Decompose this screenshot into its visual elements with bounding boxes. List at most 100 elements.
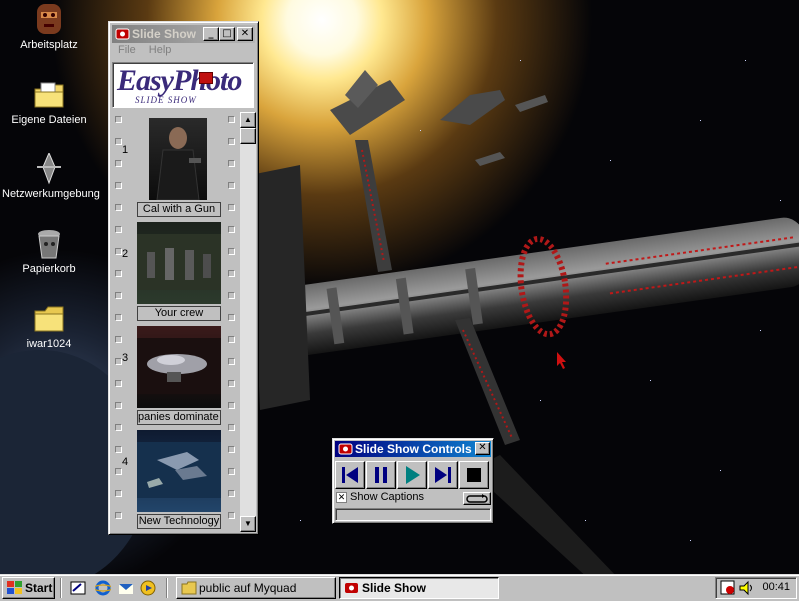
controls-titlebar[interactable]: Slide Show Controls ✕ bbox=[335, 441, 491, 457]
strip-hole bbox=[115, 160, 122, 167]
frame-number: 3 bbox=[122, 352, 129, 364]
slideshow-app-icon bbox=[345, 583, 358, 593]
controls-title: Slide Show Controls bbox=[355, 442, 472, 456]
play-button[interactable] bbox=[397, 461, 427, 489]
desktop-icon-eigene-dateien[interactable]: Eigene Dateien bbox=[1, 79, 97, 126]
first-slide-button[interactable] bbox=[335, 461, 365, 489]
logo-subtitle: SLIDE SHOW bbox=[135, 95, 197, 105]
station-pylon bbox=[355, 140, 392, 272]
close-button[interactable]: ✕ bbox=[237, 27, 253, 41]
slide-frame-3[interactable]: panies dominate s bbox=[137, 326, 221, 426]
media-player-icon[interactable] bbox=[140, 580, 156, 596]
logo-easy-text: Easy bbox=[117, 64, 174, 97]
stop-button[interactable] bbox=[459, 461, 489, 489]
menu-help[interactable]: Help bbox=[149, 44, 172, 56]
filmstrip: 1 Cal with a Gun 2 Your crew 3 panies do… bbox=[112, 110, 238, 532]
strip-hole bbox=[115, 358, 122, 365]
task-label: public auf Myquad bbox=[199, 581, 297, 595]
task-public-auf-myquad[interactable]: public auf Myquad bbox=[176, 577, 336, 599]
loop-button[interactable] bbox=[463, 492, 491, 505]
strip-hole bbox=[115, 380, 122, 387]
system-tray: 00:41 bbox=[715, 577, 797, 599]
strip-hole bbox=[228, 182, 235, 189]
last-slide-button[interactable] bbox=[428, 461, 458, 489]
menu-file[interactable]: File bbox=[118, 44, 136, 56]
strip-hole bbox=[115, 182, 122, 189]
strip-hole bbox=[228, 424, 235, 431]
volume-icon[interactable] bbox=[738, 580, 754, 596]
strip-hole bbox=[115, 116, 122, 123]
strip-hole bbox=[228, 270, 235, 277]
desktop-icon-label: Arbeitsplatz bbox=[20, 39, 78, 51]
strip-hole bbox=[228, 446, 235, 453]
slide-thumbnail bbox=[137, 326, 221, 408]
skip-forward-icon bbox=[435, 467, 451, 483]
strip-hole bbox=[228, 248, 235, 255]
strip-hole bbox=[115, 490, 122, 497]
strip-hole bbox=[228, 292, 235, 299]
strip-hole bbox=[228, 116, 235, 123]
computer-face-icon bbox=[33, 4, 65, 36]
task-label: Slide Show bbox=[362, 581, 427, 595]
maximize-button[interactable]: □ bbox=[219, 27, 235, 41]
ship bbox=[440, 90, 505, 125]
strip-hole bbox=[228, 160, 235, 167]
desktop-icon-label: Papierkorb bbox=[22, 263, 76, 275]
show-desktop-icon[interactable] bbox=[70, 580, 86, 596]
desktop-icon-label: iwar1024 bbox=[26, 338, 72, 350]
slideshow-titlebar[interactable]: Slide Show _ □ ✕ bbox=[112, 25, 255, 43]
strip-hole bbox=[115, 226, 122, 233]
slide-caption: Your crew bbox=[137, 306, 221, 321]
start-button[interactable]: Start bbox=[2, 577, 55, 599]
scroll-down-button[interactable]: ▼ bbox=[240, 516, 256, 532]
strip-hole bbox=[115, 512, 122, 519]
strip-hole bbox=[228, 204, 235, 211]
strip-hole bbox=[228, 468, 235, 475]
controls-app-icon bbox=[338, 442, 353, 456]
slide-caption: Cal with a Gun bbox=[137, 202, 221, 217]
strip-hole bbox=[228, 226, 235, 233]
slide-caption: panies dominate s bbox=[137, 410, 221, 425]
desktop-icon-netzwerkumgebung[interactable]: Netzwerkumgebung bbox=[1, 151, 100, 200]
strip-hole bbox=[228, 358, 235, 365]
folder-icon bbox=[33, 303, 65, 335]
strip-hole bbox=[115, 424, 122, 431]
slide-frame-1[interactable]: Cal with a Gun bbox=[137, 118, 221, 218]
pause-button[interactable] bbox=[366, 461, 396, 489]
desktop-icon-arbeitsplatz[interactable]: Arbeitsplatz bbox=[1, 4, 97, 51]
show-captions-label: Show Captions bbox=[350, 491, 424, 503]
strip-hole bbox=[228, 380, 235, 387]
internet-explorer-icon[interactable] bbox=[95, 580, 111, 596]
strip-hole bbox=[228, 512, 235, 519]
strip-hole bbox=[115, 204, 122, 211]
task-slide-show[interactable]: Slide Show bbox=[339, 577, 499, 599]
desktop-icon-label: Eigene Dateien bbox=[11, 114, 87, 126]
desktop-icon-iwar1024[interactable]: iwar1024 bbox=[1, 303, 97, 350]
frame-number: 1 bbox=[122, 144, 129, 156]
clock: 00:41 bbox=[762, 581, 790, 593]
filmstrip-scrollbar[interactable]: ▲ ▼ bbox=[240, 112, 256, 532]
slide-frame-2[interactable]: Your crew bbox=[137, 222, 221, 322]
slideshow-app-icon bbox=[115, 27, 130, 41]
scroll-thumb[interactable] bbox=[240, 128, 256, 144]
slideshow-title: Slide Show bbox=[132, 27, 197, 41]
pause-icon bbox=[375, 467, 387, 483]
controls-close-button[interactable]: ✕ bbox=[475, 442, 490, 455]
frame-number: 2 bbox=[122, 248, 129, 260]
documents-folder-icon bbox=[33, 79, 65, 111]
ship bbox=[475, 152, 505, 166]
play-icon bbox=[406, 466, 420, 484]
minimize-button[interactable]: _ bbox=[203, 27, 219, 41]
outlook-express-icon[interactable] bbox=[118, 580, 134, 596]
easyphoto-logo: EasyPhoto SLIDE SHOW bbox=[112, 62, 254, 108]
desktop-icon-papierkorb[interactable]: Papierkorb bbox=[1, 228, 97, 275]
scheduler-icon[interactable] bbox=[720, 580, 736, 596]
show-captions-checkbox[interactable]: ✕ bbox=[336, 492, 347, 503]
strip-hole bbox=[115, 138, 122, 145]
loop-icon bbox=[466, 494, 488, 503]
scroll-up-button[interactable]: ▲ bbox=[240, 112, 256, 128]
taskbar-divider bbox=[166, 578, 168, 598]
taskbar: Start public auf Myquad Slide Show 00:41 bbox=[0, 574, 799, 601]
recycle-bin-icon bbox=[33, 228, 65, 260]
slide-frame-4[interactable]: New Technology bbox=[137, 430, 221, 530]
